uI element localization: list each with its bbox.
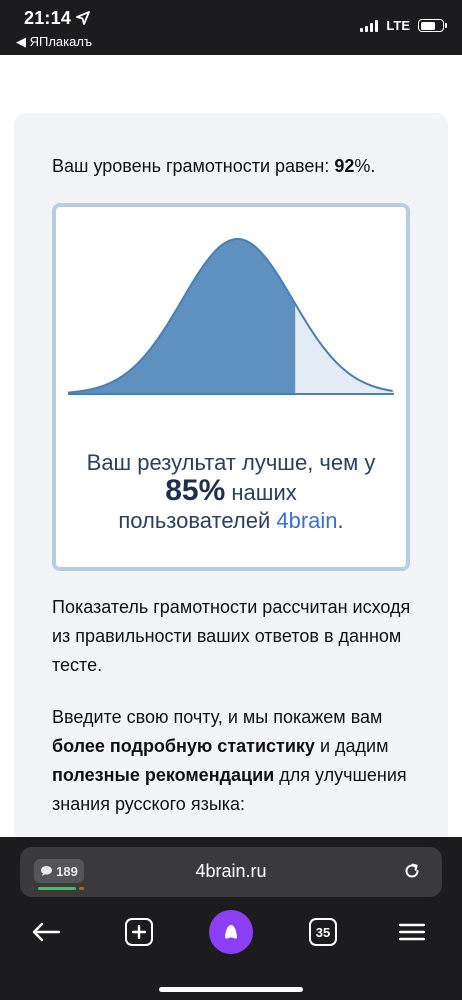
curve-remaining-area: [295, 303, 394, 394]
back-button[interactable]: [26, 907, 66, 957]
tabs-count: 35: [309, 918, 337, 946]
menu-button[interactable]: [392, 907, 432, 957]
percentile-text: Ваш результат лучше, чем у 85% наших пол…: [86, 450, 376, 533]
status-time: 21:14: [24, 8, 72, 28]
alice-assistant-button[interactable]: [209, 907, 253, 957]
email-prompt-paragraph: Введите свою почту, и мы покажем вам бол…: [52, 707, 407, 814]
back-to-app-link[interactable]: ◀ ЯПлакалъ: [16, 34, 92, 50]
status-indicators: LTE: [360, 18, 447, 33]
curve-percentile-area: [68, 239, 296, 394]
rating-indicator: [38, 887, 84, 890]
network-type: LTE: [386, 18, 410, 33]
plus-icon: [125, 918, 153, 946]
home-indicator: [159, 987, 303, 992]
location-arrow-icon: [76, 11, 90, 25]
address-bar[interactable]: 189 4brain.ru: [20, 847, 442, 897]
alice-icon: [209, 910, 253, 954]
literacy-score: Ваш уровень грамотности равен: 92%.: [52, 156, 376, 176]
score-value: 92: [334, 156, 355, 176]
explanation-paragraph: Показатель грамотности рассчитан исходя …: [52, 597, 411, 675]
result-card: Ваш уровень грамотности равен: 92%. Ваш …: [14, 113, 448, 853]
percentile-box: Ваш результат лучше, чем у 85% наших пол…: [52, 203, 410, 571]
url-text: 4brain.ru: [195, 861, 267, 881]
web-page: Ваш уровень грамотности равен: 92%. Ваш …: [0, 55, 462, 853]
arrow-left-icon: [32, 922, 61, 942]
status-bar: 21:14 ◀ ЯПлакалъ LTE: [0, 0, 462, 55]
browser-bottom-bar: 189 4brain.ru 35: [0, 837, 462, 1000]
percentile-value: 85%: [165, 474, 226, 507]
brand-link[interactable]: 4brain: [276, 508, 337, 533]
tabs-button[interactable]: 35: [306, 907, 340, 957]
reload-icon[interactable]: [402, 861, 422, 881]
new-tab-button[interactable]: [122, 907, 156, 957]
browser-toolbar: 35: [0, 907, 462, 957]
cellular-signal-icon: [360, 19, 379, 32]
distribution-curve: [68, 237, 394, 395]
hamburger-menu-icon: [398, 923, 426, 941]
battery-icon: [418, 19, 447, 32]
